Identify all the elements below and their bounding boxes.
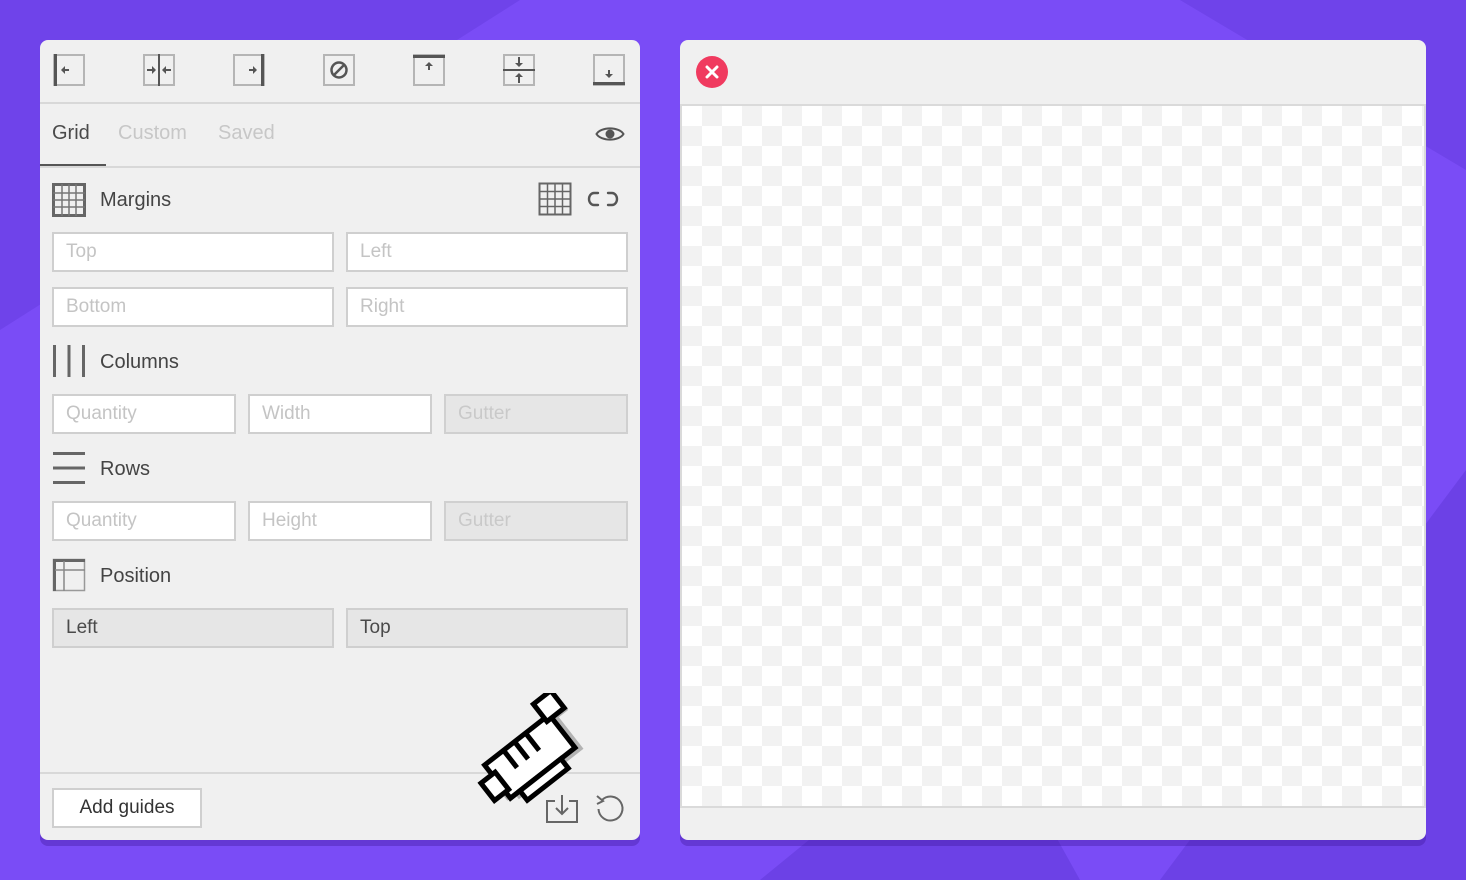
margin-right-input[interactable]: [346, 287, 628, 327]
eye-icon[interactable]: [593, 120, 627, 148]
columns-quantity-input[interactable]: [52, 394, 236, 434]
columns-width-input[interactable]: [248, 394, 432, 434]
clear-guides-icon[interactable]: [319, 52, 359, 88]
align-center-vertical-icon[interactable]: [139, 52, 179, 88]
align-top-icon[interactable]: [409, 52, 449, 88]
alignment-toolbar: [40, 40, 640, 104]
margin-bottom-input[interactable]: [52, 287, 334, 327]
margins-icon: [52, 183, 86, 222]
align-middle-horizontal-icon[interactable]: [499, 52, 539, 88]
align-right-icon[interactable]: [229, 52, 269, 88]
rows-height-input[interactable]: [248, 501, 432, 541]
guide-panel: Grid Custom Saved Margins Top Left Botto…: [40, 40, 640, 840]
tab-bar: Grid Custom Saved: [40, 104, 640, 168]
tab-custom[interactable]: Custom: [118, 104, 187, 166]
position-title: Position: [100, 565, 172, 587]
link-icon[interactable]: [586, 189, 620, 214]
panel-footer: Add guides: [40, 772, 640, 840]
transparent-canvas[interactable]: [680, 104, 1426, 808]
margin-top-input[interactable]: [52, 232, 334, 272]
active-tab-indicator: [40, 164, 106, 166]
position-icon: [52, 558, 86, 597]
columns-icon: [52, 344, 86, 383]
rows-quantity-input[interactable]: [52, 501, 236, 541]
rows-gutter-input[interactable]: [444, 501, 628, 541]
add-guides-button[interactable]: Add guides: [52, 788, 202, 828]
margins-title: Margins: [100, 189, 172, 211]
tab-grid[interactable]: Grid: [52, 104, 90, 166]
columns-title: Columns: [100, 351, 179, 373]
close-icon[interactable]: [696, 56, 728, 88]
preview-window: [680, 40, 1426, 840]
position-top-input[interactable]: [346, 608, 628, 648]
rows-title: Rows: [100, 458, 151, 480]
margin-left-input[interactable]: [346, 232, 628, 272]
reset-icon[interactable]: [594, 792, 626, 829]
position-left-input[interactable]: [52, 608, 334, 648]
align-bottom-icon[interactable]: [589, 52, 629, 88]
align-left-icon[interactable]: [49, 52, 89, 88]
tab-saved[interactable]: Saved: [218, 104, 275, 166]
columns-gutter-input[interactable]: [444, 394, 628, 434]
grid-icon[interactable]: [538, 182, 572, 221]
save-icon[interactable]: [545, 792, 579, 829]
rows-icon: [52, 451, 86, 490]
preview-header: [680, 40, 1426, 104]
